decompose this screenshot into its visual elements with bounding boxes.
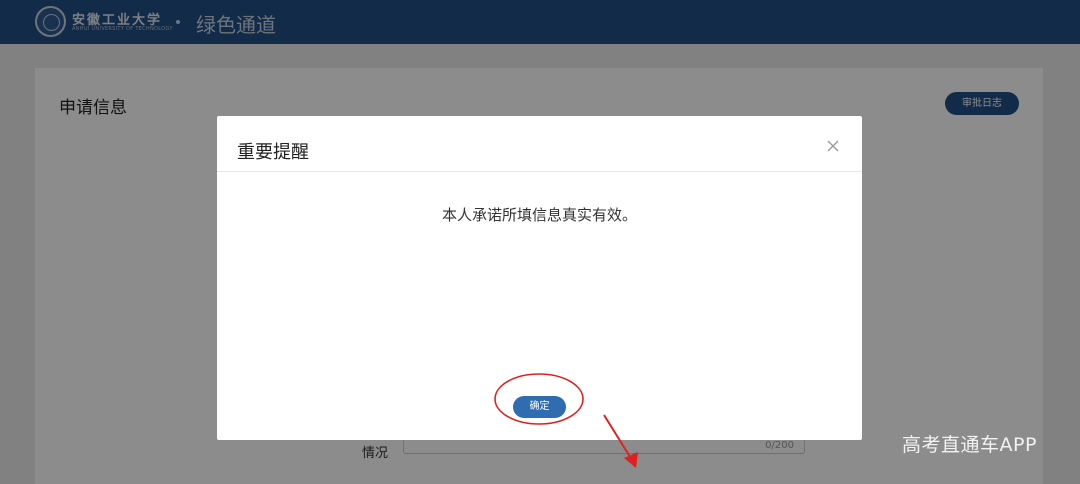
confirm-button[interactable]: 确定 bbox=[513, 396, 566, 418]
dialog-divider bbox=[217, 171, 862, 172]
dialog-title: 重要提醒 bbox=[237, 142, 309, 163]
notice-dialog: 重要提醒 本人承诺所填信息真实有效。 确定 bbox=[217, 116, 862, 440]
watermark: 高考直通车APP bbox=[902, 434, 1037, 456]
close-icon[interactable] bbox=[823, 136, 843, 156]
dialog-message: 本人承诺所填信息真实有效。 bbox=[441, 206, 637, 224]
